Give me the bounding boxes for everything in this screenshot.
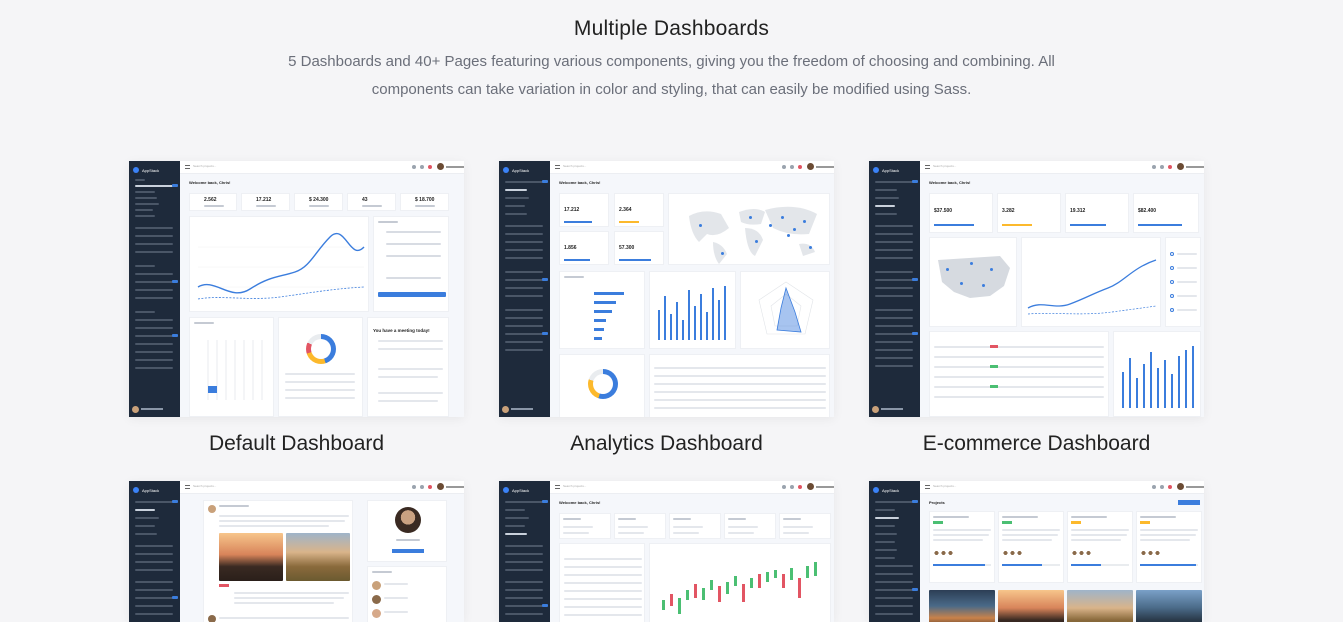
preview-sidebar: AppStack <box>129 161 180 417</box>
sales-bar-chart <box>1113 331 1201 417</box>
ecommerce-dashboard-preview[interactable]: AppStack Search projects... Welcome back… <box>869 161 1204 417</box>
default-dashboard-label[interactable]: Default Dashboard <box>129 432 464 456</box>
analytics-dashboard-label[interactable]: Analytics Dashboard <box>499 432 834 456</box>
social-dashboard-preview[interactable]: AppStack Search projects... <box>129 481 464 622</box>
default-dashboard-preview[interactable]: AppStack Search projects... Welcome back… <box>129 161 464 417</box>
total-revenue-line-chart <box>1021 237 1161 327</box>
ecommerce-dashboard-label[interactable]: E-commerce Dashboard <box>869 432 1204 456</box>
world-map <box>668 193 830 265</box>
revenue-line-chart <box>189 216 369 312</box>
preview-sidebar: AppStack <box>129 481 180 622</box>
analytics-dashboard-preview[interactable]: AppStack Search projects... Welcome back… <box>499 161 834 417</box>
preview-sidebar: AppStack <box>869 161 920 417</box>
preview-sidebar: AppStack <box>499 481 550 622</box>
hero-description: 5 Dashboards and 40+ Pages featuring var… <box>288 53 1055 98</box>
preview-sidebar: AppStack <box>499 161 550 417</box>
radar-chart <box>740 271 830 349</box>
candlestick-chart <box>649 543 831 622</box>
preview-sidebar: AppStack <box>869 481 920 622</box>
crypto-dashboard-preview[interactable]: AppStack Search projects... Welcome back… <box>499 481 834 622</box>
us-map <box>929 237 1017 327</box>
mobile-desktop-bar-chart <box>649 271 736 349</box>
projects-dashboard-preview[interactable]: AppStack Search projects... Projects <box>869 481 1204 622</box>
hero-title: Multiple Dashboards <box>573 17 770 40</box>
